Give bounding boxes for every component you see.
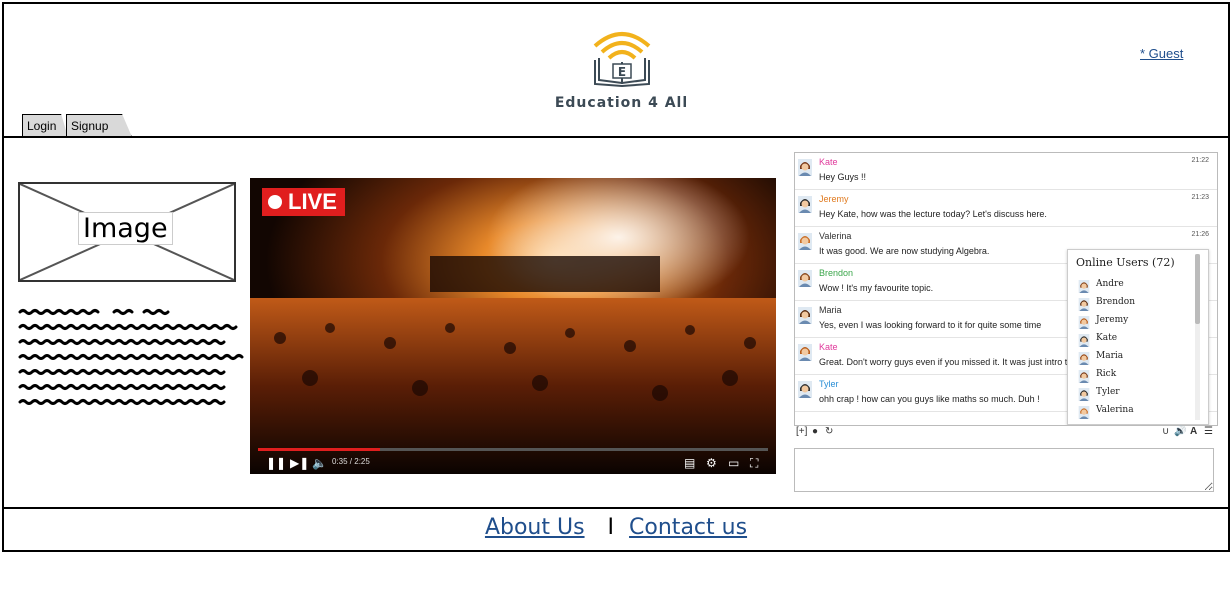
chat-message-input[interactable] [794,448,1214,492]
pause-icon[interactable]: ❚❚ [266,456,286,470]
avatar [1078,280,1090,293]
video-controls: ❚❚ ▶❚ 🔈 0:35 / 2:25 ▤ ⚙ ▭ ⛶ [250,446,776,474]
chat-username[interactable]: Kate [819,157,838,167]
avatar [1078,370,1090,383]
online-user-name: Brendon [1096,297,1136,307]
chat-message-text: Hey Kate, how was the lecture today? Let… [819,209,1047,219]
avatar [1078,298,1090,311]
sound-icon[interactable]: 🔊 [1174,426,1186,437]
chat-timestamp: 21:22 [1191,157,1209,164]
image-placeholder-label: Image [78,212,173,245]
online-user-name: Valerina [1096,405,1134,415]
chat-username[interactable]: Brendon [819,268,853,278]
chat-username[interactable]: Valerina [819,231,851,241]
avatar [1078,388,1090,401]
header: E Education 4 All * Guest Login Signup [2,2,1230,138]
chat-username[interactable]: Kate [819,342,838,352]
add-attachment-icon[interactable]: [+] [796,426,807,437]
online-user-name: Rick [1096,369,1117,379]
online-user-name: Kate [1096,333,1118,343]
avatar [1078,406,1090,419]
video-progress-bar[interactable] [258,448,768,451]
footer: About Us I Contact us [2,507,1230,552]
chat-message-text: It was good. We are now studying Algebra… [819,246,990,256]
tab-login[interactable]: Login [22,114,68,137]
logo-letter: E [617,65,625,79]
chat-timestamp: 21:23 [1191,194,1209,201]
scribble-text-icon [18,309,244,405]
chat-panel: Kate 21:22 Hey Guys !! Jeremy 21:23 Hey Kate,… [794,152,1218,426]
guest-user-link[interactable]: * Guest [1140,46,1183,61]
avatar [798,159,812,176]
avatar [798,270,812,287]
refresh-icon[interactable]: ↻ [825,426,833,437]
avatar [798,344,812,361]
emoji-icon[interactable]: ● [812,426,818,437]
online-users-scrollbar[interactable] [1195,254,1200,420]
avatar [1078,316,1090,329]
online-user-name: Andre [1096,279,1124,289]
live-dot-icon [268,195,282,209]
chat-username[interactable]: Tyler [819,379,839,389]
avatar [798,196,812,213]
online-user-name: Jeremy [1096,315,1129,325]
avatar [798,381,812,398]
chat-message-text: ohh crap ! how can you guys like maths s… [819,394,1040,404]
scribbled-text-block [18,306,248,431]
online-user-name: Maria [1096,351,1124,361]
chat-timestamp: 21:26 [1191,231,1209,238]
chat-message: Kate 21:22 Hey Guys !! [795,153,1217,190]
online-users-title: Online Users (72) [1076,256,1175,269]
image-placeholder: Image [18,182,236,282]
wifi-book-logo-icon: E [593,32,650,88]
tab-signup[interactable]: Signup [66,114,132,137]
contact-us-link[interactable]: Contact us [629,515,747,540]
footer-links: About Us I Contact us [4,515,1228,540]
settings-gear-icon[interactable]: ⚙ [706,456,717,470]
chat-username[interactable]: Maria [819,305,842,315]
video-time: 0:35 / 2:25 [332,457,370,466]
chat-message-text: Wow ! It's my favourite topic. [819,283,934,293]
chat-message-text: Great. Don't worry guys even if you miss… [819,357,1082,367]
concert-scene-image [250,178,776,474]
live-badge: LIVE [262,188,345,216]
chat-message-text: Hey Guys !! [819,172,867,182]
list-menu-icon[interactable]: ☰ [1204,426,1213,437]
live-video-player[interactable]: LIVE ❚❚ ▶❚ 🔈 0:35 / 2:25 ▤ ⚙ ▭ ⛶ [250,178,776,474]
magnet-icon[interactable]: ∪ [1162,426,1169,437]
next-icon[interactable]: ▶❚ [290,456,309,470]
avatar [1078,352,1090,365]
fullscreen-icon[interactable]: ⛶ [750,456,758,471]
avatar [798,307,812,324]
main-content: Image LIVE ❚❚ ▶❚ 🔈 0:35 / 2:25 ▤ ⚙ ▭ ⛶ K… [2,136,1230,509]
online-users-panel: Online Users (72) Andre Brendon Jeremy Kate… [1067,249,1209,425]
footer-separator: I [607,515,615,540]
about-us-link[interactable]: About Us [485,515,585,540]
live-label: LIVE [288,189,337,214]
captions-icon[interactable]: ▤ [684,456,695,470]
chat-toolbar: [+] ● ↻ ∪ 🔊 A ☰ [794,426,1216,440]
site-logo[interactable]: E Education 4 All [539,22,704,111]
video-progress-fill [258,448,381,451]
chat-message-text: Yes, even I was looking forward to it fo… [819,320,1042,330]
chat-message: Jeremy 21:23 Hey Kate, how was the lecture… [795,190,1217,227]
online-user-name: Tyler [1096,387,1120,397]
theater-mode-icon[interactable]: ▭ [728,456,739,470]
volume-icon[interactable]: 🔈 [312,456,327,470]
avatar [1078,334,1090,347]
font-size-icon[interactable]: A [1190,426,1197,437]
chat-username[interactable]: Jeremy [819,194,849,204]
avatar [798,233,812,250]
logo-text: Education 4 All [554,95,689,111]
